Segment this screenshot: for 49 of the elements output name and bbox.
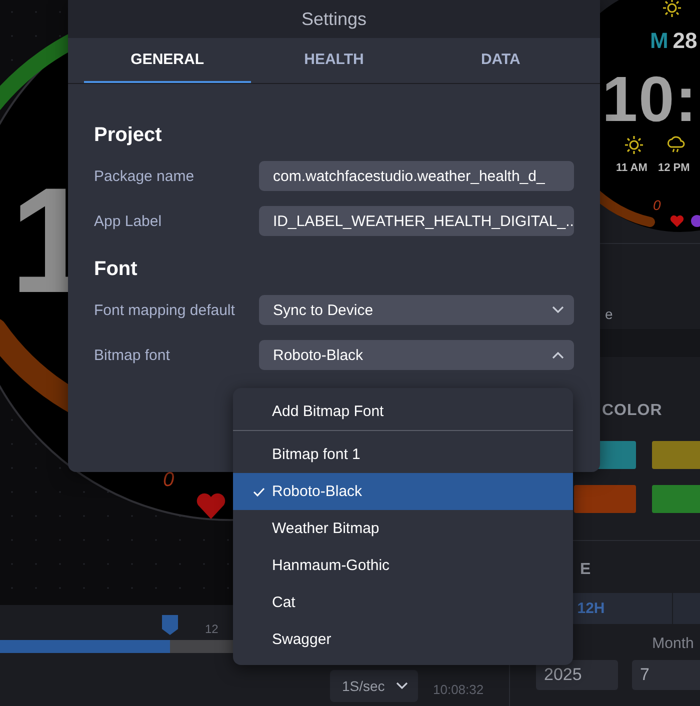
field-label: Month <box>652 635 694 652</box>
preview-time: 10: <box>602 62 698 136</box>
menu-item[interactable]: Swagger <box>233 621 573 658</box>
current-time: 10:08:32 <box>433 682 484 697</box>
speed-dropdown[interactable]: 1S/sec <box>330 670 418 702</box>
playhead-handle[interactable] <box>162 615 178 635</box>
menu-item[interactable]: Hanmaum-Gothic <box>233 547 573 584</box>
chevron-icon <box>396 682 408 690</box>
color-swatch[interactable] <box>574 485 636 513</box>
forecast-hour: 12 PM <box>658 162 690 174</box>
input-field[interactable]: ID_LABEL_WEATHER_HEALTH_DIGITAL_... <box>259 206 574 236</box>
select-field[interactable]: Sync to Device <box>259 295 574 325</box>
rain-cloud-icon <box>666 135 686 155</box>
field-label: App Label <box>94 212 163 230</box>
section-heading: Font <box>94 258 138 281</box>
sun-icon <box>662 0 682 18</box>
weekday: M <box>650 28 668 53</box>
field-label: Bitmap font <box>94 346 171 364</box>
field-label: Package name <box>94 168 196 184</box>
tab[interactable]: DATA <box>417 38 584 83</box>
menu-item[interactable]: Bitmap font 1 <box>233 436 573 473</box>
forecast-hour: 11 AM <box>616 162 648 174</box>
color-swatch[interactable] <box>652 485 700 513</box>
tab[interactable]: GENERAL <box>84 38 251 83</box>
gauge-value: 0 <box>163 469 174 491</box>
setting-label: e <box>605 306 613 322</box>
input-field[interactable]: com.watchfacestudio.weather_health_d_ <box>259 161 574 191</box>
select-field[interactable]: Roboto-Black <box>259 340 574 370</box>
color-swatch[interactable] <box>652 441 700 469</box>
tab[interactable]: HEALTH <box>250 38 418 83</box>
sun-icon <box>624 135 644 155</box>
date-input[interactable]: 2025 <box>536 660 618 690</box>
section-heading: Project <box>94 124 163 147</box>
heart-icon <box>670 215 684 227</box>
chevron-icon <box>552 306 564 314</box>
timeline-tick: 12 <box>205 622 218 636</box>
menu-item[interactable]: Weather Bitmap <box>233 510 573 547</box>
field-label: Font mapping default <box>94 302 236 318</box>
check-icon <box>253 487 265 497</box>
date: 28 <box>672 28 698 53</box>
menu-item[interactable]: Roboto-Black <box>233 473 573 510</box>
heart-icon <box>196 493 226 519</box>
menu-item[interactable]: Add Bitmap Font <box>233 393 573 431</box>
dialog-title: Settings <box>301 8 367 30</box>
section-heading: COLOR <box>602 402 662 420</box>
section-heading: E <box>580 561 591 579</box>
chevron-icon <box>552 351 564 359</box>
date-input[interactable]: 7 <box>632 660 700 690</box>
gauge-value: 0 <box>653 197 661 213</box>
